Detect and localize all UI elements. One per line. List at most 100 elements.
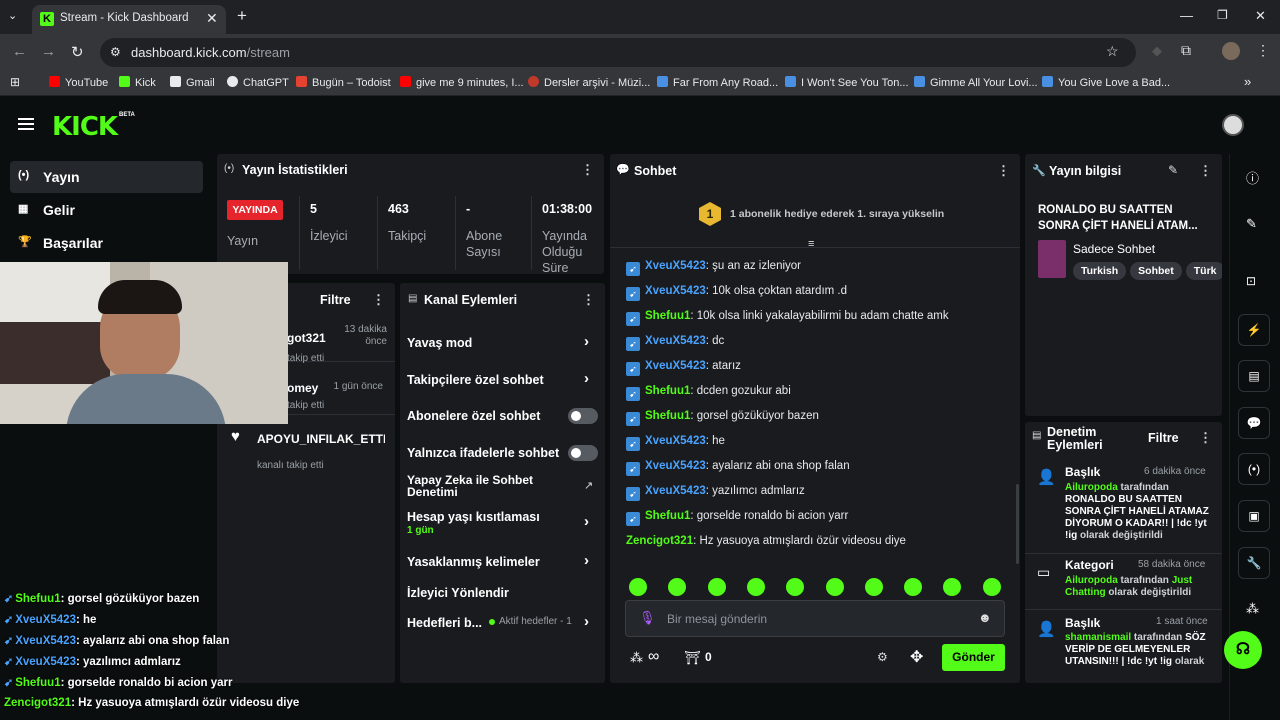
chat-username[interactable]: XveuX5423 xyxy=(645,260,706,272)
emote-icon[interactable] xyxy=(629,578,647,596)
bookmark-star-icon[interactable]: ☆ xyxy=(1106,43,1119,60)
chat-username[interactable]: Shefuu1 xyxy=(645,385,690,397)
mod-filter-button[interactable]: Filtre xyxy=(1148,431,1179,445)
edit-pencil-icon[interactable]: ✎ xyxy=(1168,163,1178,177)
tab-search-icon[interactable]: ⌄ xyxy=(8,9,17,22)
bookmark-youtube[interactable]: YouTube xyxy=(49,76,108,89)
chat-username[interactable]: Shefuu1 xyxy=(645,510,690,522)
emote-icon[interactable] xyxy=(982,578,1001,596)
slow-mode-row[interactable]: Yavaş mod › xyxy=(400,331,605,355)
bookmark-you-give[interactable]: You Give Love a Bad... xyxy=(1042,76,1170,89)
menu-hamburger-icon[interactable] xyxy=(18,118,34,130)
tab-close-icon[interactable]: ✕ xyxy=(206,10,218,27)
bookmark-youtube-2[interactable]: give me 9 minutes, I... xyxy=(400,76,524,89)
mod-user[interactable]: shamanismail xyxy=(1065,632,1131,643)
minimize-icon[interactable]: — xyxy=(1180,8,1193,23)
followers-only-row[interactable]: Takipçilere özel sohbet › xyxy=(400,368,605,392)
new-tab-icon[interactable]: + xyxy=(237,6,247,26)
emote-icon[interactable] xyxy=(786,578,805,596)
chat-username[interactable]: XveuX5423 xyxy=(645,460,706,472)
chat-username[interactable]: XveuX5423 xyxy=(645,335,706,347)
chat-rail-icon[interactable]: 💬 xyxy=(1238,407,1270,439)
chat-username[interactable]: XveuX5423 xyxy=(645,435,706,447)
site-info-icon[interactable]: ⚙ xyxy=(110,45,121,59)
extensions-puzzle-icon[interactable]: ⧉ xyxy=(1181,42,1191,59)
emote-icon[interactable] xyxy=(943,578,962,596)
send-button[interactable]: Gönder xyxy=(942,644,1005,671)
chat-username[interactable]: Zencigot321 xyxy=(626,535,693,547)
raid-row[interactable]: İzleyici Yönlendir xyxy=(400,583,605,603)
layout-icon[interactable]: ▣ xyxy=(1238,500,1270,532)
emote-icon[interactable] xyxy=(707,578,726,596)
account-age-row[interactable]: Hesap yaşı kısıtlaması 1 gün › xyxy=(400,509,605,537)
chat-settings-icon[interactable]: ⚙ xyxy=(877,650,888,664)
chat-more-icon[interactable]: ⋮ xyxy=(997,163,1010,179)
chat-username[interactable]: XveuX5423 xyxy=(645,485,706,497)
tools-icon[interactable]: ✥ xyxy=(910,647,923,667)
maximize-icon[interactable]: ❐ xyxy=(1217,8,1228,22)
ai-moderation-row[interactable]: Yapay Zeka ile Sohbet Denetimi ↗ xyxy=(400,473,605,501)
more-bookmarks-icon[interactable]: » xyxy=(1244,74,1251,89)
address-bar[interactable]: ⚙ dashboard.kick.com/stream ☆ xyxy=(100,38,1136,67)
emote-icon[interactable] xyxy=(668,578,687,596)
tag[interactable]: Turkish xyxy=(1073,262,1127,280)
chat-username[interactable]: Shefuu1 xyxy=(645,310,690,322)
sidebar-item-basarilar[interactable]: 🏆 Başarılar xyxy=(10,227,203,259)
screenshot-icon[interactable]: ⊡ xyxy=(1246,274,1256,288)
bookmark-gimme[interactable]: Gimme All Your Lovi... xyxy=(914,76,1038,89)
browser-menu-icon[interactable]: ⋮ xyxy=(1256,42,1270,59)
chat-username[interactable]: XveuX5423 xyxy=(645,360,706,372)
collapse-banner-icon[interactable]: ≡ xyxy=(808,238,814,250)
channel-actions-more-icon[interactable]: ⋮ xyxy=(582,292,595,308)
forward-icon[interactable]: → xyxy=(41,43,56,60)
mod-more-icon[interactable]: ⋮ xyxy=(1199,430,1212,446)
tag[interactable]: Sohbet xyxy=(1130,262,1182,280)
stream-info-more-icon[interactable]: ⋮ xyxy=(1199,163,1212,179)
emote-only-toggle[interactable] xyxy=(568,445,598,461)
bookmark-dersler[interactable]: Dersler arşivi - Müzi... xyxy=(528,76,650,89)
bookmark-i-wont[interactable]: I Won't See You Ton... xyxy=(785,76,909,89)
profile-avatar[interactable] xyxy=(1222,42,1240,60)
mod-user[interactable]: Ailuropoda xyxy=(1065,575,1118,586)
emoji-icon[interactable]: ☻ xyxy=(978,610,992,625)
chat-username[interactable]: XveuX5423 xyxy=(645,285,706,297)
subs-only-toggle[interactable] xyxy=(568,408,598,424)
apps-grid-icon[interactable]: ⊞ xyxy=(10,75,20,89)
bookmark-far-from[interactable]: Far From Any Road... xyxy=(657,76,778,89)
activity-more-icon[interactable]: ⋮ xyxy=(372,292,385,308)
microphone-icon[interactable]: 🎙 xyxy=(639,610,656,626)
chat-input[interactable]: 🎙 Bir mesaj gönderin ☻ xyxy=(625,600,1005,637)
extension-icon[interactable]: ◆ xyxy=(1152,43,1162,59)
sidebar-item-yayin[interactable]: (•) Yayın xyxy=(10,161,203,193)
close-window-icon[interactable]: ✕ xyxy=(1255,8,1266,24)
tools-rail-icon[interactable]: 🔧 xyxy=(1238,547,1270,579)
goals-row[interactable]: Hedefleri b... Aktif hedefler - 1 › xyxy=(400,613,605,637)
reload-icon[interactable]: ↻ xyxy=(71,43,84,61)
info-icon[interactable]: ⓘ xyxy=(1246,168,1259,187)
user-avatar[interactable] xyxy=(1222,114,1244,136)
bookmark-todoist[interactable]: Bugün – Todoist xyxy=(296,76,391,89)
mod-user[interactable]: Ailuropoda xyxy=(1065,482,1118,493)
kick-logo[interactable]: KICK xyxy=(52,112,118,142)
sidebar-item-gelir[interactable]: ▦ Gelir xyxy=(10,194,203,226)
emote-icon[interactable] xyxy=(825,578,844,596)
back-icon[interactable]: ← xyxy=(12,43,27,60)
stats-more-icon[interactable]: ⋮ xyxy=(581,162,594,178)
tag[interactable]: Türk xyxy=(1185,262,1222,280)
emote-icon[interactable] xyxy=(864,578,883,596)
bookmark-kick[interactable]: Kick xyxy=(119,76,156,89)
edit-icon[interactable]: ✎ xyxy=(1246,216,1257,232)
banned-words-row[interactable]: Yasaklanmış kelimeler › xyxy=(400,551,605,575)
gift-icon[interactable]: ⛩ xyxy=(684,650,701,666)
notes-icon[interactable]: ▤ xyxy=(1238,360,1270,392)
bookmark-chatgpt[interactable]: ChatGPT xyxy=(227,76,289,89)
emote-icon[interactable] xyxy=(904,578,923,596)
bookmark-gmail[interactable]: Gmail xyxy=(170,76,215,89)
browser-tab[interactable]: K Stream - Kick Dashboard ✕ xyxy=(32,5,226,34)
channel-points-icon[interactable]: ⁂ xyxy=(630,650,643,666)
support-headset-icon[interactable]: ☊ xyxy=(1224,631,1262,669)
activity-filter-button[interactable]: Filtre xyxy=(320,293,351,307)
chat-username[interactable]: Shefuu1 xyxy=(645,410,690,422)
chat-scrollbar[interactable] xyxy=(1016,484,1019,564)
quick-action-bolt-icon[interactable]: ⚡ xyxy=(1238,314,1270,346)
